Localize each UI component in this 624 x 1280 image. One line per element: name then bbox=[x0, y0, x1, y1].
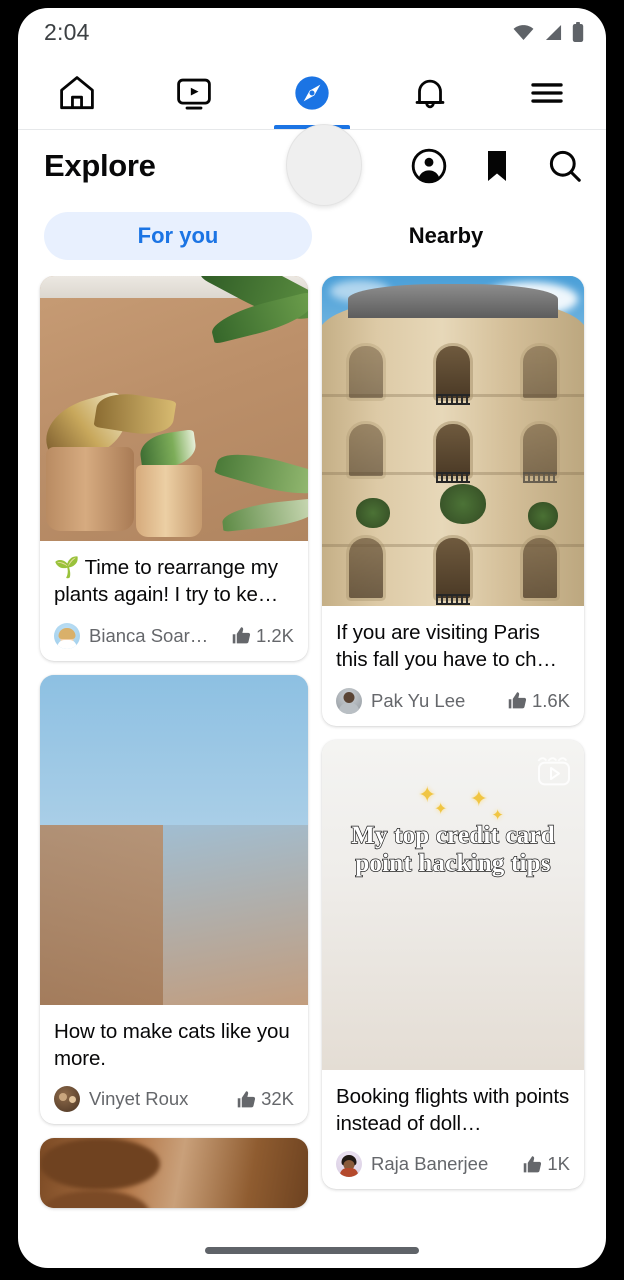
explore-tab[interactable] bbox=[253, 56, 371, 129]
card-meta: Vinyet Roux 32K bbox=[54, 1086, 294, 1112]
dessert-with-spoon-photo bbox=[40, 1138, 308, 1208]
header-actions bbox=[410, 147, 584, 185]
card-author: Bianca Soar… bbox=[89, 624, 209, 646]
feed-column-left: 🌱 Time to rearrange my plants again! I t… bbox=[40, 276, 308, 1266]
feed-card-food-partial[interactable] bbox=[40, 1138, 308, 1208]
thumbs-up-icon bbox=[232, 627, 251, 644]
bell-icon bbox=[415, 79, 444, 108]
menu-tab[interactable] bbox=[488, 56, 606, 129]
card-body: Booking flights with points instead of d… bbox=[322, 1070, 584, 1190]
card-meta: Pak Yu Lee 1.6K bbox=[336, 687, 570, 714]
card-body: 🌱 Time to rearrange my plants again! I t… bbox=[40, 541, 308, 661]
account-button[interactable] bbox=[410, 147, 448, 185]
phone-device-frame: 2:04 Explore For you Nearby 🌱 Time to re… bbox=[0, 0, 624, 1280]
search-icon bbox=[549, 150, 581, 182]
like-count: 1K bbox=[522, 1153, 570, 1175]
thumbs-up-icon bbox=[524, 1155, 542, 1172]
compass-icon bbox=[295, 75, 329, 110]
cat-with-heart-sunglasses-photo bbox=[40, 674, 308, 1005]
bookmark-filled-icon bbox=[488, 151, 506, 181]
feed-card-cat[interactable]: How to make cats like you more. Vinyet R… bbox=[40, 674, 308, 1125]
feed-column-right: If you are visiting Paris this fall you … bbox=[322, 276, 584, 1266]
account-circle-icon bbox=[411, 148, 447, 184]
feed-card-credit-card-reel[interactable]: ✦ ✦ ✦ ✦ My top credit card point hacking… bbox=[322, 739, 584, 1190]
card-meta: Raja Banerjee 1K bbox=[336, 1151, 570, 1177]
video-tab[interactable] bbox=[136, 56, 254, 129]
like-count-value: 32K bbox=[261, 1088, 294, 1109]
potted-plants-photo bbox=[40, 276, 308, 541]
sparkle-icon: ✦ bbox=[434, 800, 448, 818]
floating-pale-circle-overlay bbox=[286, 124, 362, 206]
like-count-value: 1.6K bbox=[531, 689, 570, 711]
tab-nearby[interactable]: Nearby bbox=[312, 212, 580, 260]
card-title: How to make cats like you more. bbox=[54, 1019, 290, 1070]
man-selfie-video-thumbnail: ✦ ✦ ✦ ✦ My top credit card point hacking… bbox=[322, 739, 584, 1070]
avatar[interactable] bbox=[336, 687, 362, 714]
like-count-value: 1K bbox=[547, 1153, 570, 1174]
status-bar-icons bbox=[512, 22, 584, 42]
home-icon bbox=[59, 75, 94, 109]
explore-header: Explore bbox=[18, 124, 606, 206]
card-body: If you are visiting Paris this fall you … bbox=[322, 606, 584, 726]
tab-for-you-label: For you bbox=[137, 223, 219, 248]
thumbs-up-icon bbox=[508, 692, 527, 709]
card-meta: Bianca Soar… 1.2K bbox=[54, 622, 294, 649]
video-overlay-line-2: point hacking tips bbox=[355, 849, 552, 877]
page-title: Explore bbox=[44, 148, 156, 183]
avatar[interactable] bbox=[54, 622, 80, 649]
thumbs-up-icon bbox=[237, 1090, 256, 1107]
card-body: How to make cats like you more. Vinyet R… bbox=[40, 1005, 308, 1125]
search-button[interactable] bbox=[546, 147, 584, 185]
sparkle-icon: ✦ bbox=[469, 785, 488, 811]
card-title: If you are visiting Paris this fall you … bbox=[336, 621, 557, 672]
card-author: Raja Banerjee bbox=[371, 1153, 489, 1174]
like-count: 1.6K bbox=[507, 690, 570, 712]
status-bar: 2:04 bbox=[18, 8, 606, 56]
feed-filter-tabs: For you Nearby bbox=[18, 202, 606, 276]
phone-screen: 2:04 Explore For you Nearby 🌱 Time to re… bbox=[18, 8, 606, 1268]
top-navigation-bar bbox=[18, 56, 606, 130]
like-count-value: 1.2K bbox=[255, 624, 294, 646]
sparkle-icon: ✦ bbox=[491, 806, 504, 824]
card-author: Pak Yu Lee bbox=[371, 689, 466, 711]
cellular-signal-icon bbox=[545, 24, 562, 40]
tab-nearby-label: Nearby bbox=[408, 223, 484, 248]
paris-haussmann-building-photo bbox=[322, 276, 584, 606]
status-bar-clock: 2:04 bbox=[44, 18, 90, 45]
avatar[interactable] bbox=[336, 1151, 362, 1177]
notifications-tab[interactable] bbox=[371, 56, 489, 129]
avatar[interactable] bbox=[54, 1086, 80, 1112]
hamburger-menu-icon bbox=[531, 82, 563, 103]
like-count: 1.2K bbox=[231, 625, 294, 647]
reels-play-icon bbox=[537, 756, 570, 785]
card-title: Booking flights with points instead of d… bbox=[336, 1084, 570, 1135]
tab-for-you[interactable]: For you bbox=[44, 212, 312, 260]
like-count: 32K bbox=[236, 1088, 294, 1110]
video-play-icon bbox=[177, 78, 212, 109]
feed-card-paris[interactable]: If you are visiting Paris this fall you … bbox=[322, 276, 584, 726]
video-overlay-line-1: My top credit card bbox=[350, 821, 555, 849]
explore-feed[interactable]: 🌱 Time to rearrange my plants again! I t… bbox=[18, 276, 606, 1266]
battery-icon bbox=[572, 22, 584, 42]
wifi-icon bbox=[513, 24, 534, 40]
feed-card-plants[interactable]: 🌱 Time to rearrange my plants again! I t… bbox=[40, 276, 308, 661]
card-title: 🌱 Time to rearrange my plants again! I t… bbox=[54, 556, 279, 607]
home-tab[interactable] bbox=[18, 56, 136, 129]
home-indicator-bar[interactable] bbox=[205, 1247, 419, 1254]
bookmark-button[interactable] bbox=[480, 148, 514, 184]
video-overlay-text: My top credit card point hacking tips bbox=[322, 821, 584, 878]
card-author: Vinyet Roux bbox=[89, 1088, 189, 1109]
